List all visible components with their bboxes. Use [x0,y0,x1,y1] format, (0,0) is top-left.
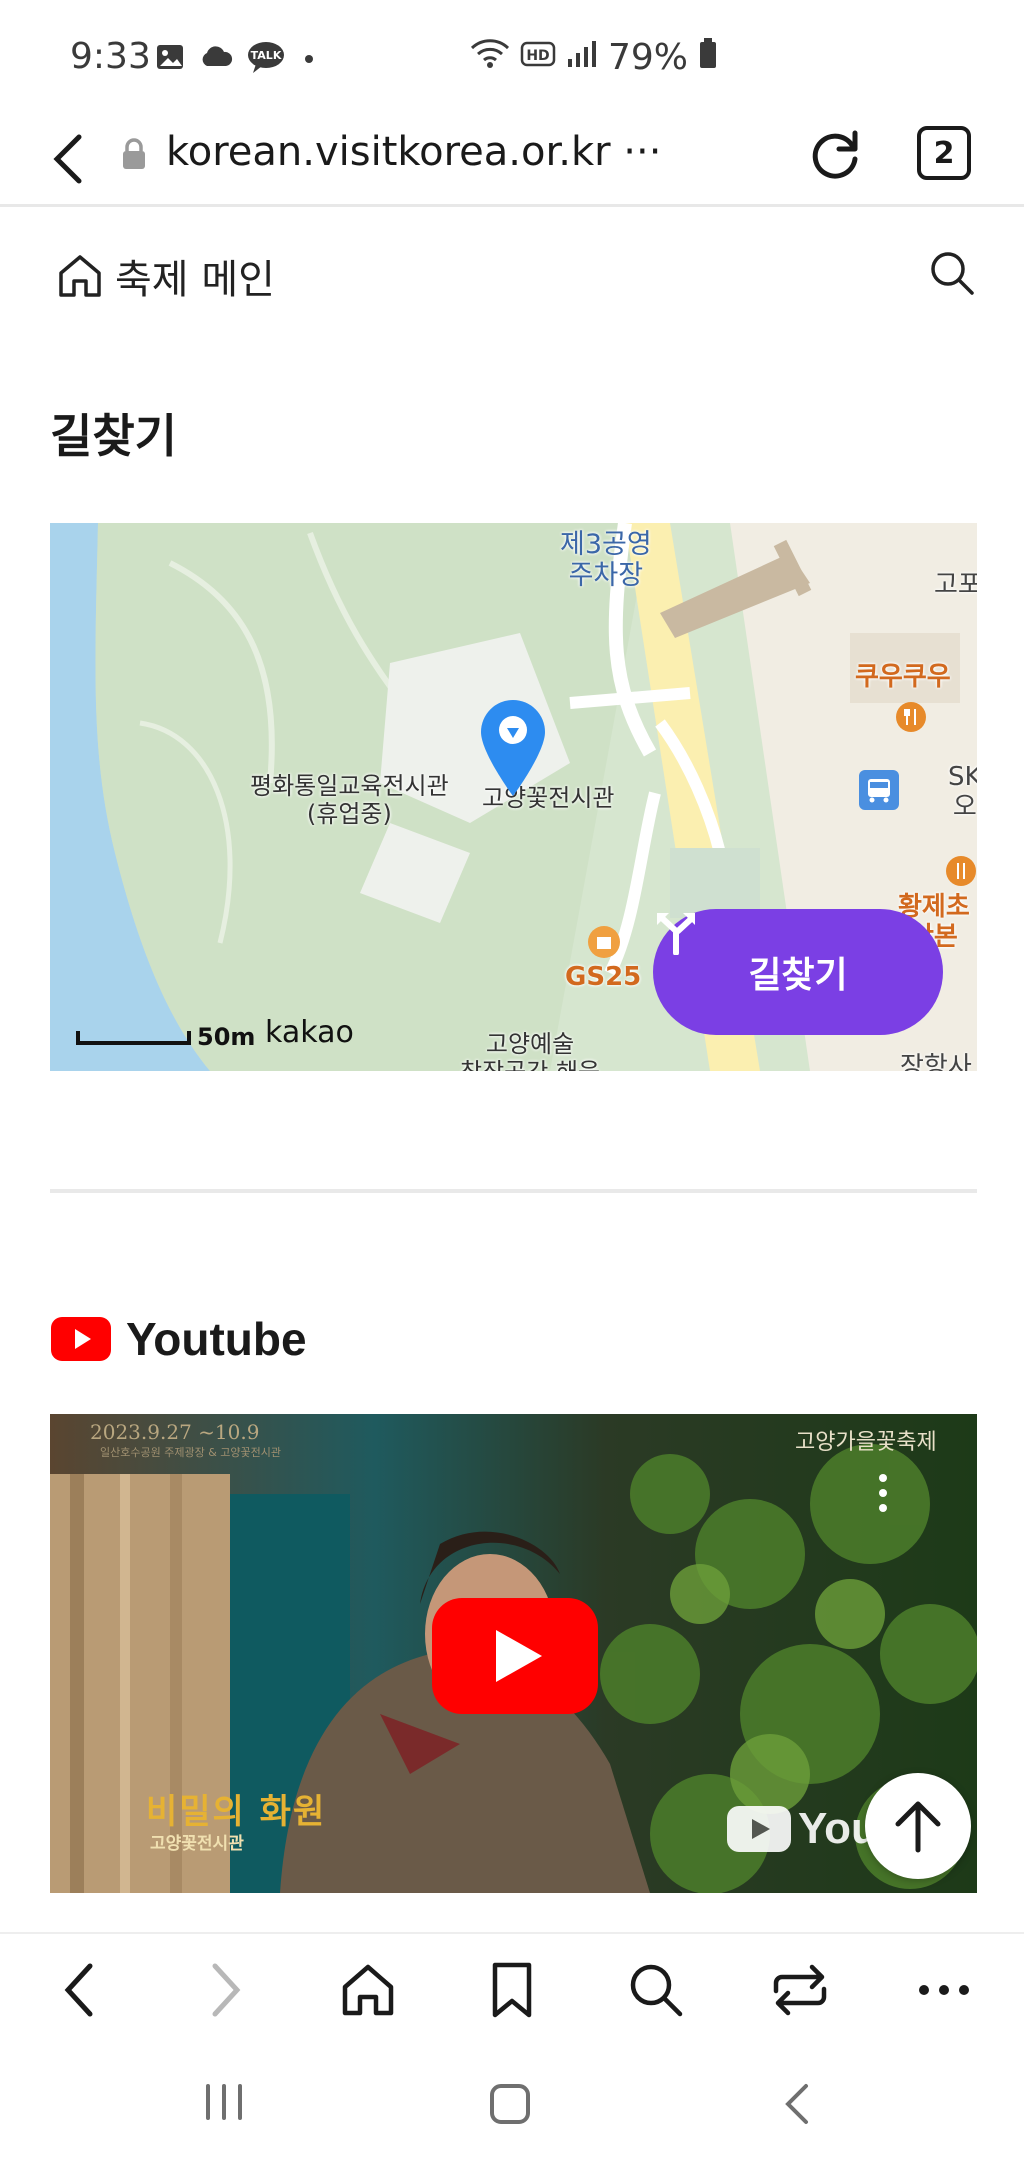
arrow-up-icon [895,1801,941,1853]
map-label-arts: 고양예술창작공간 해움 [460,1030,600,1071]
nav-forward-button[interactable] [195,1960,255,2020]
status-bar: 9:33 TALK HD 79% [0,0,1024,115]
chevron-left-icon [53,134,82,184]
video-play-button[interactable] [430,1596,600,1720]
hd-icon: HD [520,37,556,78]
bus-stop-icon [859,770,899,810]
battery-icon [698,36,718,79]
more-vertical-icon [879,1474,887,1512]
reload-icon [812,130,858,179]
browser-back-button[interactable] [45,129,95,189]
video-title-text: 비밀의 화원 [146,1792,327,1832]
video-caption-text: 고양꽃전시관 [150,1834,244,1854]
nav-home-button[interactable] [338,1960,398,2020]
youtube-video-player[interactable]: 2023.9.27 ~10.9 일산호수공원 주제광장 & 고양꽃전시관 고양가… [50,1414,977,1893]
system-navigation-bar [0,2042,1024,2162]
system-back-button[interactable] [780,2082,814,2130]
map-label-store: GS25 [565,962,642,992]
map-scale-bar [76,1031,191,1045]
recent-apps-button[interactable] [202,2082,246,2126]
dot-icon [299,47,319,71]
video-more-button[interactable] [878,1472,888,1520]
status-time: 9:33 [70,36,151,77]
battery-percent: 79% [608,37,689,78]
url-field[interactable]: korean.visitkorea.or.kr ··· [166,129,661,175]
tabs-swap-icon [773,1964,827,2016]
cloud-icon [199,44,233,74]
map-label-edge-top-right: 고포 [934,570,977,600]
recent-apps-icon [206,2084,242,2120]
status-system-icons: HD 79% [470,36,718,79]
directions-button[interactable]: 길찾기 [653,909,943,1035]
scroll-to-top-button[interactable] [865,1773,971,1879]
video-subtitle-text: 일산호수공원 주제광장 & 고양꽃전시관 [100,1446,281,1459]
nav-tabs-swap-button[interactable] [770,1960,830,2020]
festival-home-link[interactable]: 축제 메인 [55,247,275,305]
home-icon [342,1964,394,2016]
youtube-logo-icon [51,1317,111,1361]
browser-address-bar: korean.visitkorea.or.kr ··· 2 [0,115,1024,207]
nav-back-button[interactable] [50,1960,110,2020]
browser-bottom-toolbar [0,1932,1024,2042]
map-scale-label: 50m [197,1023,256,1051]
svg-text:HD: HD [526,48,549,64]
location-pin-icon [481,700,545,796]
directions-title: 길찾기 [50,409,177,463]
svg-text:TALK: TALK [251,49,282,62]
youtube-heading: Youtube [50,1312,307,1366]
system-back-icon [785,2084,808,2124]
map-label-parking: 제3공영 주차장 [560,529,652,592]
back-icon [64,1963,93,2017]
nav-bookmark-button[interactable] [482,1960,542,2020]
search-icon [931,252,974,295]
bookmark-icon [492,1962,532,2018]
wifi-icon [470,36,510,79]
video-brand-text: 고양가을꽃축제 [795,1430,937,1455]
gallery-icon [155,42,185,76]
directions-icon [657,913,695,955]
home-icon [59,255,101,297]
map-label-cafe: 쿠우쿠우 [855,662,951,692]
map-label-edge-sk: SK 오 [948,762,977,822]
lock-icon [120,137,148,175]
notification-icons: TALK [155,40,319,78]
signal-icon [566,37,598,78]
system-home-icon [490,2084,530,2124]
kakao-logo: kakao [265,1015,354,1050]
play-icon [432,1598,598,1714]
video-date-text: 2023.9.27 ~10.9 [90,1420,260,1444]
map-view[interactable]: 제3공영 주차장 고포 쿠우쿠우 평화통일교육전시관 (휴업중) 고양꽃전시관 SK… [50,523,977,1071]
section-divider [50,1189,977,1193]
site-search-button[interactable] [928,249,976,301]
map-label-museum: 평화통일교육전시관 (휴업중) [250,772,449,828]
reload-button[interactable] [805,125,865,189]
system-home-button[interactable] [488,2082,532,2130]
youtube-title: Youtube [126,1313,307,1365]
nav-search-button[interactable] [626,1960,686,2020]
talk-icon: TALK [247,40,285,78]
restaurant-icon [946,856,976,886]
youtube-watermark-icon [727,1806,791,1852]
map-label-edge-bottom-right: 장항사 [900,1052,972,1071]
nav-more-button[interactable] [914,1960,974,2020]
site-header: 축제 메인 [0,207,1024,337]
convenience-store-icon [588,926,620,958]
tab-count-button[interactable]: 2 [917,126,971,180]
more-icon [919,1985,969,1995]
directions-button-label: 길찾기 [748,955,848,996]
forward-icon [212,1963,241,2017]
home-link-label: 축제 메인 [115,257,275,303]
search-icon [630,1964,683,2017]
restaurant-icon [896,702,926,732]
